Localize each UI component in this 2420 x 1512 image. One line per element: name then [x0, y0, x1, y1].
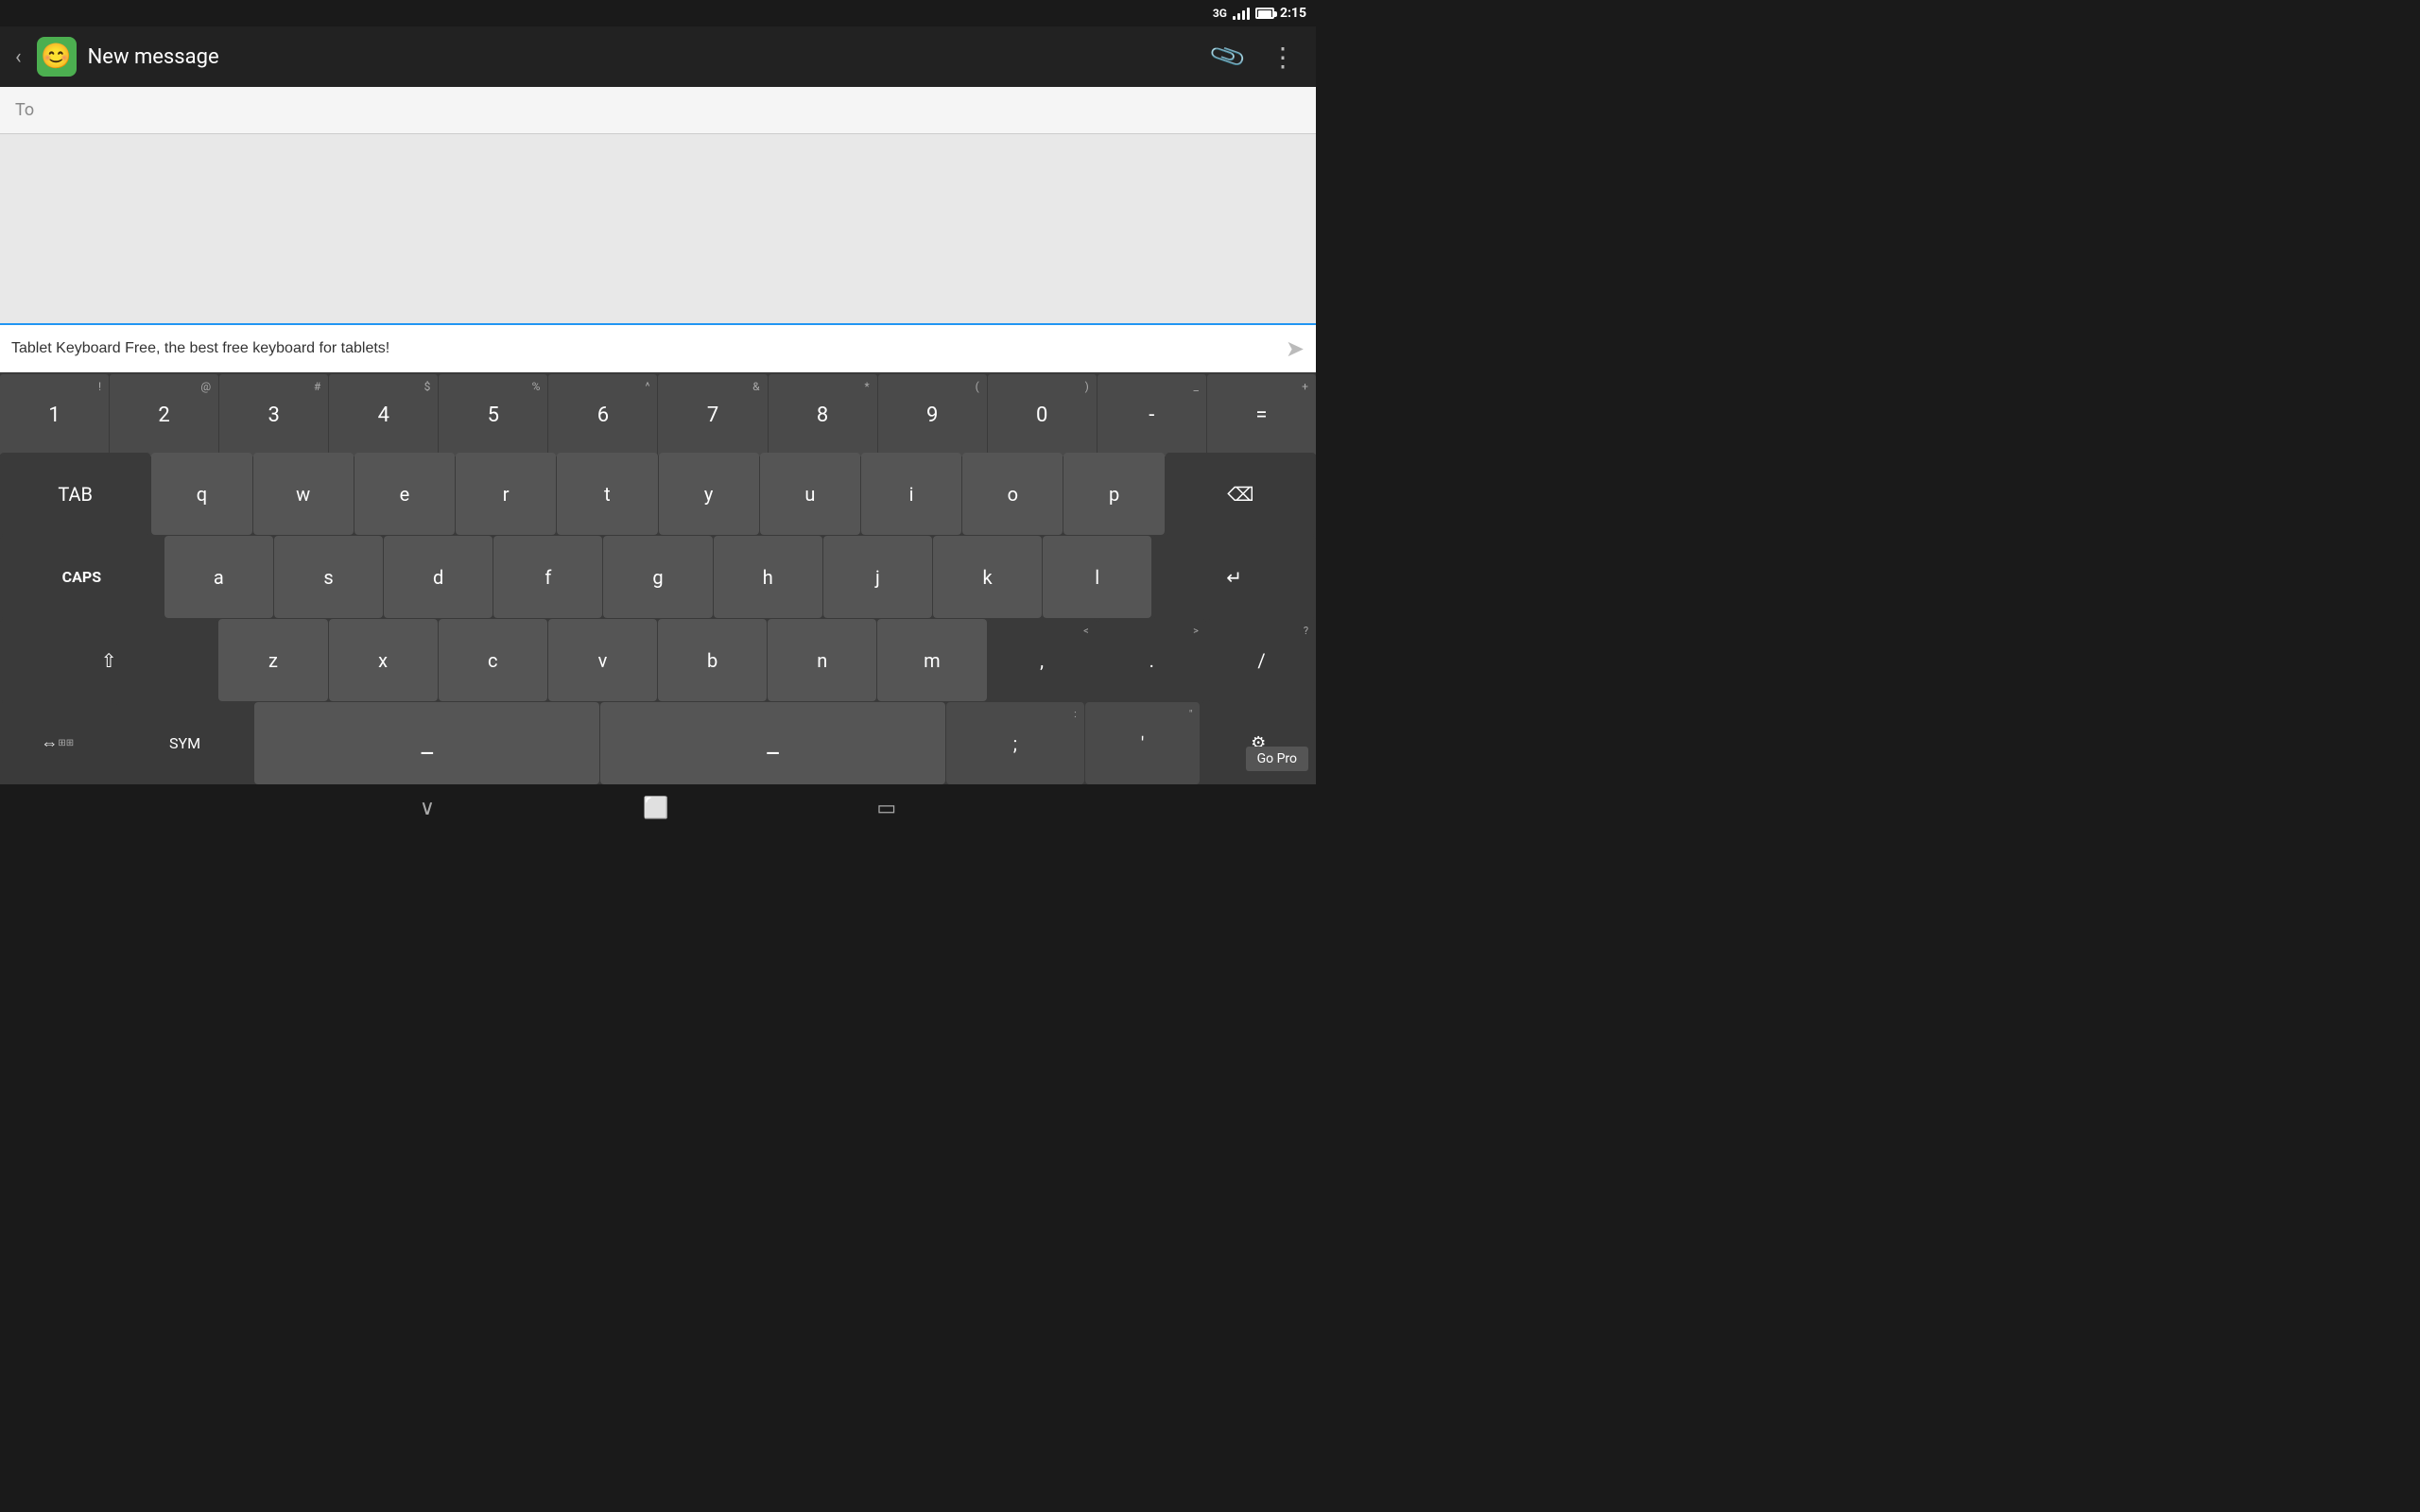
attach-button[interactable]: 📎	[1197, 26, 1258, 87]
key-9[interactable]: 9(	[878, 374, 987, 456]
app-emoji-icon: 😊	[41, 43, 71, 71]
key-layout-switch[interactable]: ⇔ ⊞⊞	[0, 702, 115, 784]
key-shift[interactable]: ⇧	[0, 619, 217, 701]
key-b[interactable]: b	[658, 619, 767, 701]
key-s[interactable]: s	[274, 536, 383, 618]
key-x[interactable]: x	[329, 619, 438, 701]
back-button[interactable]: ‹	[11, 42, 26, 73]
key-c[interactable]: c	[439, 619, 547, 701]
menu-button[interactable]: ⋮	[1262, 34, 1305, 80]
key-slash[interactable]: / ?	[1207, 619, 1316, 701]
message-area: To	[0, 87, 1316, 323]
key-j[interactable]: j	[823, 536, 932, 618]
key-8[interactable]: 8*	[769, 374, 877, 456]
key-k[interactable]: k	[933, 536, 1042, 618]
bottom-row: ⇔ ⊞⊞ SYM _ _ ; : ' " ⚙	[0, 702, 1316, 784]
key-g[interactable]: g	[603, 536, 712, 618]
key-y[interactable]: y	[659, 453, 759, 535]
key-1[interactable]: 1!	[0, 374, 109, 456]
key-3[interactable]: 3#	[219, 374, 328, 456]
keyboard: 1! 2@ 3# 4$ 5% 6^ 7& 8* 9( 0) -_ =+ TAB …	[0, 372, 1316, 784]
qwerty-row: TAB q w e r t y u i o p ⌫	[0, 453, 1316, 535]
app-bar: ‹ 😊 New message 📎 ⋮	[0, 26, 1316, 87]
message-body	[0, 134, 1316, 323]
key-enter[interactable]: ↵	[1152, 536, 1316, 618]
key-backspace[interactable]: ⌫	[1166, 453, 1316, 535]
status-bar: 3G 2:15	[0, 0, 1316, 26]
key-u[interactable]: u	[760, 453, 860, 535]
nav-back-button[interactable]: ∨	[420, 797, 435, 820]
app-icon: 😊	[37, 37, 77, 77]
key-p[interactable]: p	[1063, 453, 1164, 535]
key-l[interactable]: l	[1043, 536, 1151, 618]
key-space-left[interactable]: _	[254, 702, 599, 784]
key-r[interactable]: r	[456, 453, 556, 535]
to-label: To	[15, 100, 34, 120]
key-7[interactable]: 7&	[658, 374, 767, 456]
nav-bar: ∨ ⬜ ▭	[0, 785, 1316, 831]
key-sym[interactable]: SYM	[116, 702, 254, 784]
key-comma[interactable]: , <	[988, 619, 1097, 701]
key-tab[interactable]: TAB	[0, 453, 150, 535]
zxcv-row: ⇧ z x c v b n m , < . > / ?	[0, 619, 1316, 701]
key-period[interactable]: . >	[1098, 619, 1206, 701]
go-pro-button[interactable]: Go Pro	[1246, 747, 1308, 771]
key-z[interactable]: z	[218, 619, 327, 701]
to-field-container: To	[0, 87, 1316, 134]
key-n[interactable]: n	[768, 619, 876, 701]
key-apostrophe[interactable]: ' "	[1085, 702, 1201, 784]
signal-bars-icon	[1233, 7, 1250, 20]
key-2[interactable]: 2@	[110, 374, 218, 456]
key-minus[interactable]: -_	[1098, 374, 1206, 456]
key-5[interactable]: 5%	[439, 374, 547, 456]
message-text-input[interactable]	[11, 340, 1278, 357]
key-semicolon[interactable]: ; :	[946, 702, 1084, 784]
key-a[interactable]: a	[164, 536, 273, 618]
status-time: 2:15	[1280, 6, 1306, 21]
key-q[interactable]: q	[151, 453, 251, 535]
key-space-right[interactable]: _	[600, 702, 945, 784]
key-e[interactable]: e	[354, 453, 455, 535]
key-6[interactable]: 6^	[548, 374, 657, 456]
key-v[interactable]: v	[548, 619, 657, 701]
key-i[interactable]: i	[861, 453, 961, 535]
nav-recents-button[interactable]: ▭	[876, 797, 896, 820]
asdf-row: CAPS a s d f g h j k l ↵	[0, 536, 1316, 618]
text-input-bar: ➤	[0, 323, 1316, 372]
key-4[interactable]: 4$	[329, 374, 438, 456]
nav-home-button[interactable]: ⬜	[643, 797, 668, 820]
layout-switch-icon: ⇔	[41, 733, 58, 753]
key-m[interactable]: m	[877, 619, 986, 701]
key-w[interactable]: w	[253, 453, 354, 535]
app-title: New message	[88, 45, 1194, 69]
key-t[interactable]: t	[557, 453, 657, 535]
key-o[interactable]: o	[962, 453, 1063, 535]
key-caps[interactable]: CAPS	[0, 536, 164, 618]
key-settings-button[interactable]: ⚙	[1201, 702, 1316, 784]
battery-icon	[1255, 8, 1274, 19]
key-0[interactable]: 0)	[988, 374, 1097, 456]
network-type: 3G	[1213, 7, 1227, 20]
key-equals[interactable]: =+	[1207, 374, 1316, 456]
key-h[interactable]: h	[714, 536, 822, 618]
number-row: 1! 2@ 3# 4$ 5% 6^ 7& 8* 9( 0) -_ =+	[0, 374, 1316, 452]
key-d[interactable]: d	[384, 536, 493, 618]
key-f[interactable]: f	[493, 536, 602, 618]
send-button[interactable]: ➤	[1286, 335, 1305, 362]
